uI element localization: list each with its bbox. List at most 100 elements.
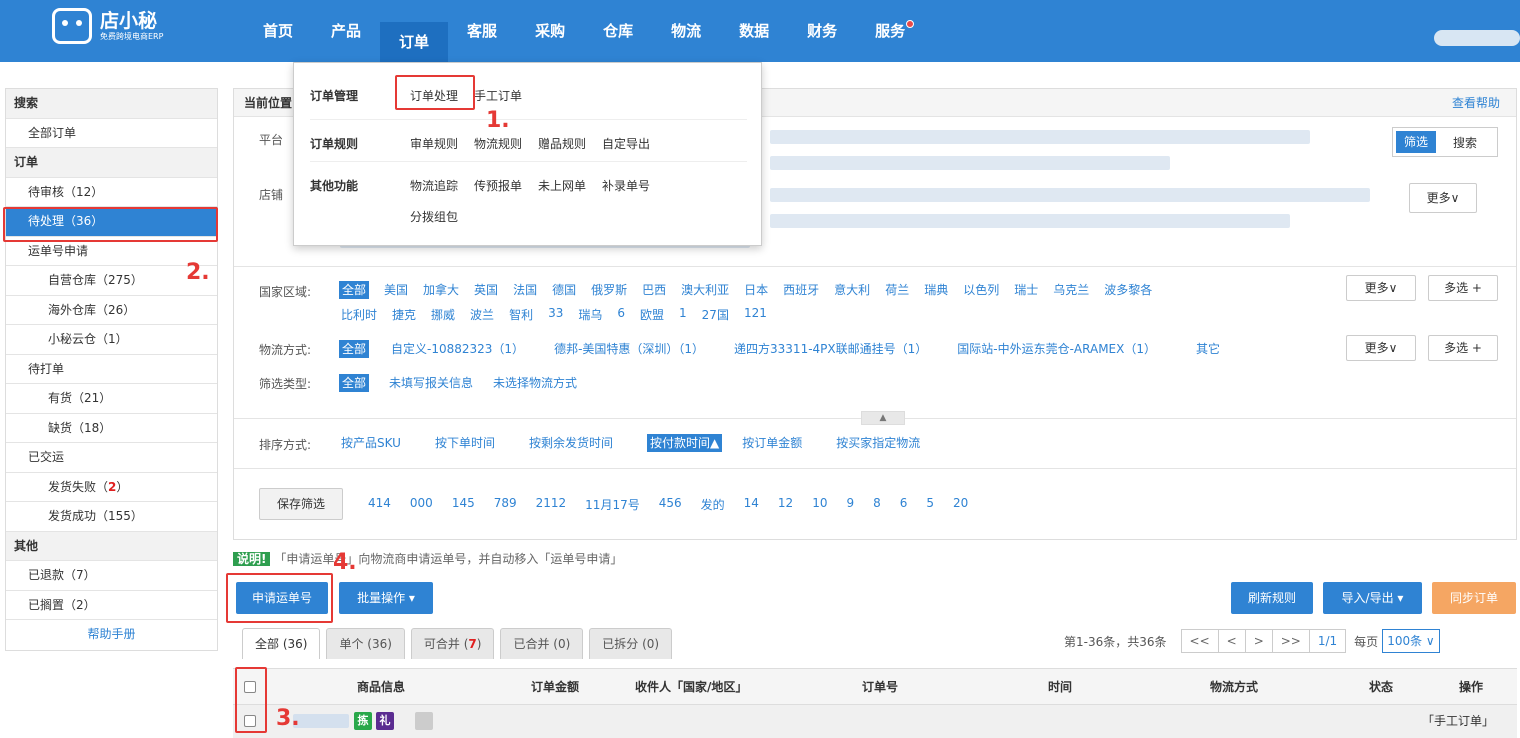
batch-operation-button[interactable]: 批量操作 ▾ — [339, 582, 433, 614]
country-jp[interactable]: 日本 — [744, 281, 768, 299]
saved-filter-2[interactable]: 000 — [410, 496, 433, 513]
sort-sku[interactable]: 按产品SKU — [341, 434, 401, 452]
saved-filter-3[interactable]: 145 — [452, 496, 475, 513]
saved-filter-6[interactable]: 11月17号 — [585, 496, 640, 513]
sidebar-item-shipped[interactable]: 已交运 — [6, 443, 217, 473]
sidebar-item-ship-success[interactable]: 发货成功（155） — [6, 502, 217, 532]
country-nl[interactable]: 荷兰 — [885, 281, 909, 299]
country-no[interactable]: 挪威 — [431, 306, 455, 323]
nav-product[interactable]: 产品 — [312, 0, 380, 62]
country-es[interactable]: 西班牙 — [783, 281, 819, 299]
help-link[interactable]: 查看帮助 — [1452, 89, 1500, 117]
country-27[interactable]: 27国 — [702, 306, 729, 323]
country-au[interactable]: 澳大利亚 — [681, 281, 729, 299]
dd-item-distribute[interactable]: 分拨组包 — [410, 208, 458, 225]
country-br[interactable]: 巴西 — [642, 281, 666, 299]
nav-home[interactable]: 首页 — [244, 0, 312, 62]
saved-filter-15[interactable]: 5 — [926, 496, 934, 513]
sidebar-item-to-print[interactable]: 待打单 — [6, 355, 217, 384]
save-filter-button[interactable]: 保存筛选 — [259, 488, 343, 520]
country-ch[interactable]: 瑞士 — [1014, 281, 1038, 299]
sort-order-time[interactable]: 按下单时间 — [435, 434, 495, 452]
country-ua[interactable]: 乌克兰 — [1053, 281, 1089, 299]
pager-page[interactable]: 1/1 — [1308, 629, 1347, 653]
country-fr[interactable]: 法国 — [513, 281, 537, 299]
pager-per-select[interactable]: 100条 ∨ — [1382, 629, 1440, 653]
filter-type-no-logistics[interactable]: 未选择物流方式 — [493, 374, 577, 392]
dd-item-review-rules[interactable]: 审单规则 — [410, 135, 458, 152]
saved-filter-10[interactable]: 12 — [778, 496, 793, 513]
country-se[interactable]: 瑞典 — [924, 281, 948, 299]
logistics-aramex[interactable]: 国际站-中外运东莞仓-ARAMEX（1） — [957, 340, 1156, 358]
sort-remaining-time[interactable]: 按剩余发货时间 — [529, 434, 613, 452]
nav-finance[interactable]: 财务 — [788, 0, 856, 62]
sidebar-item-out-stock[interactable]: 缺货（18） — [6, 414, 217, 443]
logistics-deppon[interactable]: 德邦-美国特惠（深圳）（1） — [554, 340, 704, 358]
tab-merged[interactable]: 已合并 (0) — [500, 628, 584, 659]
country-more-button[interactable]: 更多∨ — [1346, 275, 1416, 301]
country-cl[interactable]: 智利 — [509, 306, 533, 323]
filter-button[interactable]: 筛选 — [1396, 131, 1436, 153]
logistics-custom[interactable]: 自定义-10882323（1） — [391, 340, 524, 358]
saved-filter-5[interactable]: 2112 — [536, 496, 567, 513]
country-it[interactable]: 意大利 — [834, 281, 870, 299]
dd-item-supplement[interactable]: 补录单号 — [602, 177, 650, 194]
pager-next[interactable]: > — [1244, 629, 1273, 653]
sidebar-item-overseas-warehouse[interactable]: 海外仓库（26） — [6, 296, 217, 325]
country-ca[interactable]: 加拿大 — [423, 281, 459, 299]
sidebar-item-pending-review[interactable]: 待审核（12） — [6, 178, 217, 207]
country-pr[interactable]: 波多黎各 — [1104, 281, 1152, 299]
sidebar-item-in-stock[interactable]: 有货（21） — [6, 384, 217, 414]
filter-type-all[interactable]: 全部 — [339, 374, 370, 392]
dd-item-not-online[interactable]: 未上网单 — [538, 177, 586, 194]
pager-last[interactable]: >> — [1271, 629, 1310, 653]
sync-orders-button[interactable]: 同步订单 — [1432, 582, 1516, 614]
saved-filter-14[interactable]: 6 — [900, 496, 908, 513]
saved-filter-4[interactable]: 789 — [494, 496, 517, 513]
logo[interactable]: 店小秘 免费跨境电商ERP — [52, 8, 163, 44]
country-ru[interactable]: 俄罗斯 — [591, 281, 627, 299]
nav-order[interactable]: 订单 — [380, 22, 449, 62]
saved-filter-8[interactable]: 发的 — [701, 496, 725, 513]
saved-filter-13[interactable]: 8 — [873, 496, 881, 513]
nav-data[interactable]: 数据 — [720, 0, 788, 62]
dd-item-manual-order[interactable]: 手工订单 — [474, 87, 522, 104]
sort-pay-time[interactable]: 按付款时间▲ — [646, 434, 723, 452]
sort-buyer-logistics[interactable]: 按买家指定物流 — [836, 434, 920, 452]
country-121[interactable]: 121 — [744, 306, 767, 323]
nav-warehouse[interactable]: 仓库 — [584, 0, 652, 62]
user-avatar-blurred[interactable] — [1434, 30, 1520, 46]
logistics-multi-button[interactable]: 多选 + — [1428, 335, 1498, 361]
saved-filter-7[interactable]: 456 — [659, 496, 682, 513]
sidebar-item-refunded[interactable]: 已退款（7） — [6, 561, 217, 591]
country-us[interactable]: 美国 — [384, 281, 408, 299]
country-eu[interactable]: 欧盟 — [640, 306, 664, 323]
shop-more-button[interactable]: 更多∨ — [1409, 183, 1477, 213]
sidebar-item-ship-failed[interactable]: 发货失败（2） — [6, 473, 217, 502]
sidebar-help-link[interactable]: 帮助手册 — [6, 620, 217, 650]
nav-service[interactable]: 客服 — [448, 0, 516, 62]
tab-single[interactable]: 单个 (36) — [326, 628, 405, 659]
pager-first[interactable]: << — [1180, 629, 1219, 653]
nav-purchase[interactable]: 采购 — [516, 0, 584, 62]
sort-amount[interactable]: 按订单金额 — [742, 434, 802, 452]
country-be[interactable]: 比利时 — [341, 306, 377, 323]
saved-filter-11[interactable]: 10 — [812, 496, 827, 513]
country-multi-button[interactable]: 多选 + — [1428, 275, 1498, 301]
pager-prev[interactable]: < — [1217, 629, 1246, 653]
sidebar-item-cloud-warehouse[interactable]: 小秘云仓（1） — [6, 325, 217, 355]
country-pl[interactable]: 波兰 — [470, 306, 494, 323]
tab-all[interactable]: 全部 (36) — [242, 628, 321, 659]
country-de[interactable]: 德国 — [552, 281, 576, 299]
country-33[interactable]: 33 — [548, 306, 563, 323]
dd-item-forecast[interactable]: 传预报单 — [474, 177, 522, 194]
nav-services[interactable]: 服务 — [856, 0, 924, 62]
saved-filter-9[interactable]: 14 — [744, 496, 759, 513]
nav-logistics[interactable]: 物流 — [652, 0, 720, 62]
country-ruiwu[interactable]: 瑞乌 — [578, 306, 602, 323]
dd-item-gift-rules[interactable]: 赠品规则 — [538, 135, 586, 152]
country-1[interactable]: 1 — [679, 306, 687, 323]
saved-filter-12[interactable]: 9 — [846, 496, 854, 513]
tab-split[interactable]: 已拆分 (0) — [589, 628, 673, 659]
country-il[interactable]: 以色列 — [963, 281, 999, 299]
